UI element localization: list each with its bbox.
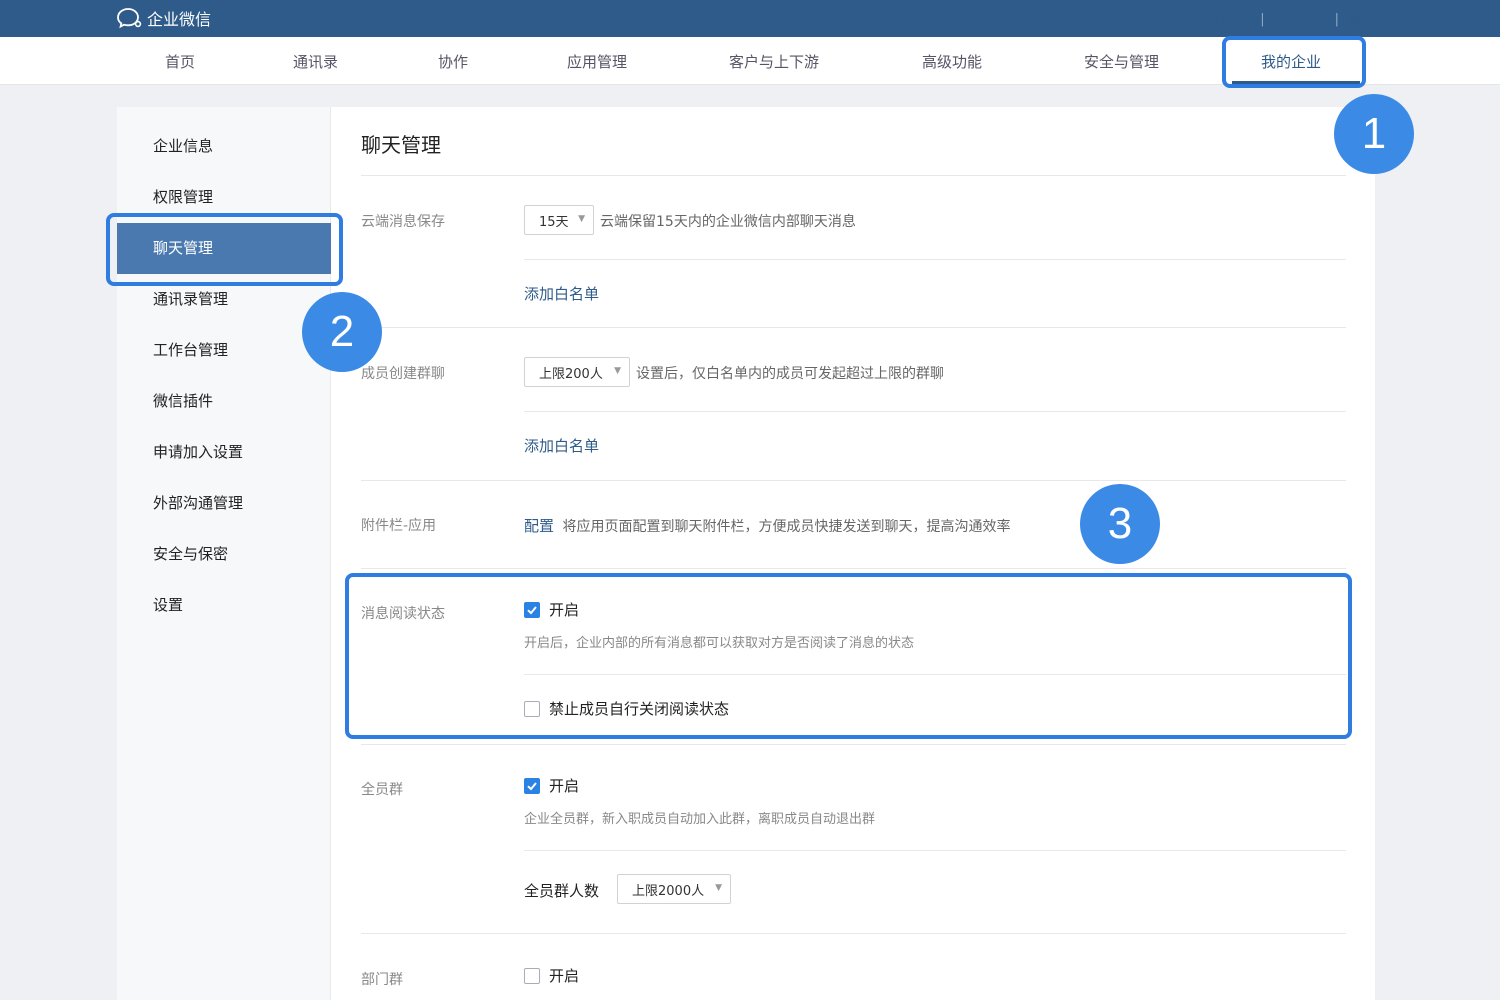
step-badge-3: 3 [1080,484,1160,564]
nav-customers[interactable]: 客户与上下游 [729,51,819,72]
all-group-count-label: 全员群人数 [524,882,600,900]
chevron-down-icon: ▼ [715,883,722,893]
divider [361,480,1346,481]
all-group-label: 全员群 [361,782,403,798]
nav-contacts[interactable]: 通讯录 [293,51,338,72]
step-badge-1: 1 [1334,94,1414,174]
group-create-desc: 设置后，仅白名单内的成员可发起超过上限的群聊 [636,366,944,382]
dept-group-label: 部门群 [361,972,403,988]
dept-group-checkbox-label: 开启 [549,967,580,985]
contact-support-link[interactable]: 联系客服 [1274,10,1326,29]
checkbox-checked-icon [524,777,540,794]
group-whitelist-link[interactable]: 添加白名单 [524,435,599,456]
step-badge-2: 2 [302,292,382,372]
all-group-count-select[interactable]: 上限2000人 ▼ [617,874,731,904]
sidebar-item-join-settings[interactable]: 申请加入设置 [117,427,331,478]
attach-desc: 将应用页面配置到聊天附件栏，方便成员快捷发送到聊天，提高沟通效率 [562,519,1011,535]
app-name: 企业微信 [147,10,212,29]
highlight-read-status [345,573,1352,739]
sidebar-item-enterprise-info[interactable]: 企业信息 [117,121,331,172]
divider: | [1260,12,1265,27]
all-group-count-select-value: 上限2000人 [632,883,705,899]
highlight-chat-management [106,213,343,286]
sidebar-item-security-privacy[interactable]: 安全与保密 [117,529,331,580]
attach-config-link[interactable]: 配置 [524,517,554,535]
nav-advanced[interactable]: 高级功能 [922,51,982,72]
divider: | [1334,12,1339,27]
cloud-save-desc: 云端保留15天内的企业微信内部聊天消息 [600,214,856,230]
cloud-save-select[interactable]: 15天 ▼ [524,205,594,235]
api-docs-link[interactable]: API文档 [1205,10,1252,29]
page-title: 聊天管理 [361,133,441,157]
sidebar-item-settings[interactable]: 设置 [117,580,331,631]
divider [361,175,1346,176]
group-limit-select-value: 上限200人 [539,366,603,382]
nav-security[interactable]: 安全与管理 [1084,51,1159,72]
group-create-label: 成员创建群聊 [361,366,445,382]
attach-row: 配置 将应用页面配置到聊天附件栏，方便成员快捷发送到聊天，提高沟通效率 [524,515,1010,536]
divider [361,744,1346,745]
divider [524,411,1346,412]
all-group-desc: 企业全员群，新入职成员自动加入此群，离职成员自动退出群 [524,812,876,827]
attach-label: 附件栏-应用 [361,518,437,534]
app-logo[interactable]: 企业微信 [117,7,211,29]
divider [524,259,1346,260]
sidebar-item-workbench[interactable]: 工作台管理 [117,325,331,376]
wecom-logo-icon [117,8,142,29]
sidebar-item-external-communication[interactable]: 外部沟通管理 [117,478,331,529]
checkbox-empty-icon [524,967,540,984]
nav-collaboration[interactable]: 协作 [438,51,468,72]
divider [361,327,1346,328]
group-limit-select[interactable]: 上限200人 ▼ [524,357,630,387]
cloud-save-label: 云端消息保存 [361,214,445,230]
top-links: API文档 | 联系客服 | 退出 [1205,10,1374,29]
chevron-down-icon: ▼ [578,214,585,224]
all-group-checkbox-label: 开启 [549,777,580,795]
divider [524,850,1346,851]
cloud-whitelist-link[interactable]: 添加白名单 [524,283,599,304]
dept-group-checkbox[interactable]: 开启 [524,965,579,986]
logout-link[interactable]: 退出 [1348,10,1374,29]
all-group-checkbox[interactable]: 开启 [524,775,579,796]
divider [361,568,1346,569]
nav-app-management[interactable]: 应用管理 [567,51,627,72]
highlight-my-enterprise [1222,36,1366,88]
divider [361,933,1346,934]
sidebar-item-wechat-plugin[interactable]: 微信插件 [117,376,331,427]
chevron-down-icon: ▼ [614,366,621,376]
nav-home[interactable]: 首页 [165,51,195,72]
top-bar: 企业微信 API文档 | 联系客服 | 退出 [0,0,1500,37]
cloud-save-select-value: 15天 [539,214,569,230]
